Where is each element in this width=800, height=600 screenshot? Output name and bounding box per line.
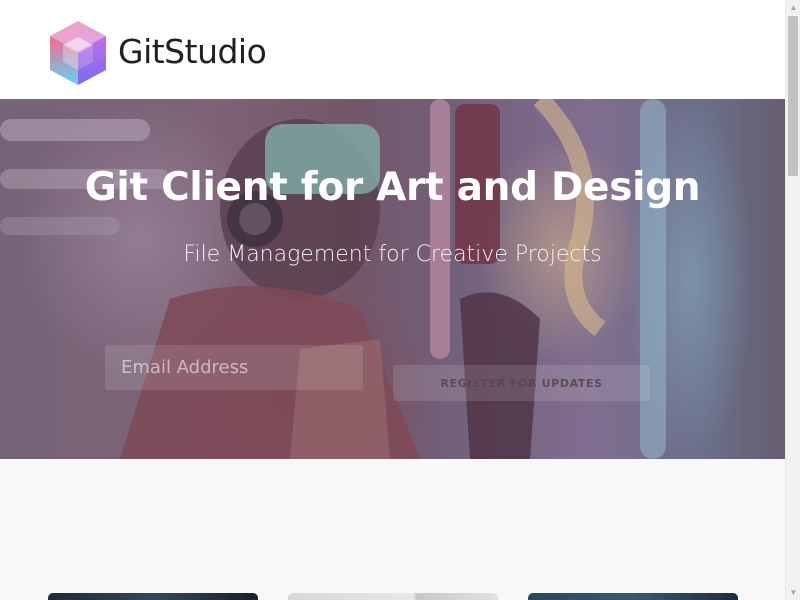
hero-subtitle: File Management for Creative Projects <box>183 242 602 267</box>
email-input[interactable] <box>105 345 363 390</box>
hero-section: Git Client for Art and Design File Manag… <box>0 99 785 459</box>
register-for-updates-button[interactable]: REGISTER FOR UPDATES <box>393 365 650 401</box>
feature-card-1[interactable] <box>48 593 258 600</box>
feature-card-3[interactable] <box>528 593 738 600</box>
scroll-down-arrow-icon[interactable]: ▼ <box>786 585 800 600</box>
hero-overlay <box>0 99 785 459</box>
page-scrollbar[interactable]: ▲ ▼ <box>785 0 800 600</box>
hero-title: Git Client for Art and Design <box>84 165 701 210</box>
scroll-up-arrow-icon[interactable]: ▲ <box>786 0 800 15</box>
gitstudio-cube-logo-icon[interactable] <box>49 20 107 86</box>
site-header: GitStudio <box>0 0 785 99</box>
scrollbar-thumb[interactable] <box>788 16 798 176</box>
brand-name[interactable]: GitStudio <box>118 32 267 71</box>
feature-card-2[interactable] <box>288 593 498 600</box>
